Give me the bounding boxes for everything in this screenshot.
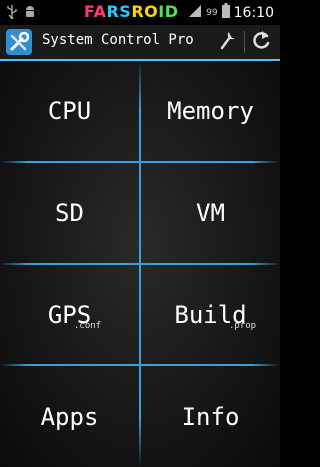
action-bar: System Control Pro bbox=[0, 25, 280, 61]
battery-percent: 99 bbox=[206, 7, 218, 18]
app-tools-icon[interactable] bbox=[6, 29, 32, 55]
status-bar: FARSROID 99 16:10 bbox=[0, 0, 280, 25]
tile-cpu[interactable]: CPU bbox=[0, 61, 139, 161]
main-menu-grid: CPU Memory SD VM GPS .conf Build .prop A… bbox=[0, 61, 280, 467]
tile-label: Info bbox=[181, 402, 240, 431]
app-title: System Control Pro bbox=[42, 32, 194, 48]
tile-gps-conf[interactable]: GPS .conf bbox=[0, 265, 139, 364]
settings-button[interactable] bbox=[214, 28, 242, 56]
refresh-button[interactable] bbox=[247, 28, 275, 56]
refresh-icon bbox=[250, 29, 272, 55]
tile-sd[interactable]: SD bbox=[0, 163, 139, 263]
status-left-icons bbox=[6, 4, 36, 23]
tile-label: CPU bbox=[47, 97, 92, 125]
tile-build-prop[interactable]: Build .prop bbox=[141, 265, 280, 364]
tile-info[interactable]: Info bbox=[141, 366, 280, 467]
signal-icon bbox=[188, 3, 202, 22]
wrench-icon bbox=[219, 30, 237, 54]
status-right: 99 16:10 bbox=[188, 3, 274, 22]
action-divider bbox=[244, 31, 245, 53]
usb-icon bbox=[6, 4, 18, 23]
tile-label: VM bbox=[196, 199, 225, 227]
tile-label: Apps bbox=[40, 402, 99, 431]
tile-label: Memory bbox=[167, 97, 254, 125]
battery-icon bbox=[221, 3, 230, 22]
tile-vm[interactable]: VM bbox=[141, 163, 280, 263]
tile-sublabel: .prop bbox=[229, 321, 257, 331]
farsroid-logo: FARSROID bbox=[84, 2, 179, 21]
tile-apps[interactable]: Apps bbox=[0, 366, 139, 467]
tile-label: SD bbox=[55, 199, 84, 227]
tile-memory[interactable]: Memory bbox=[141, 61, 280, 161]
tile-sublabel: .conf bbox=[74, 321, 102, 331]
android-icon bbox=[24, 4, 36, 23]
clock: 16:10 bbox=[233, 4, 274, 21]
